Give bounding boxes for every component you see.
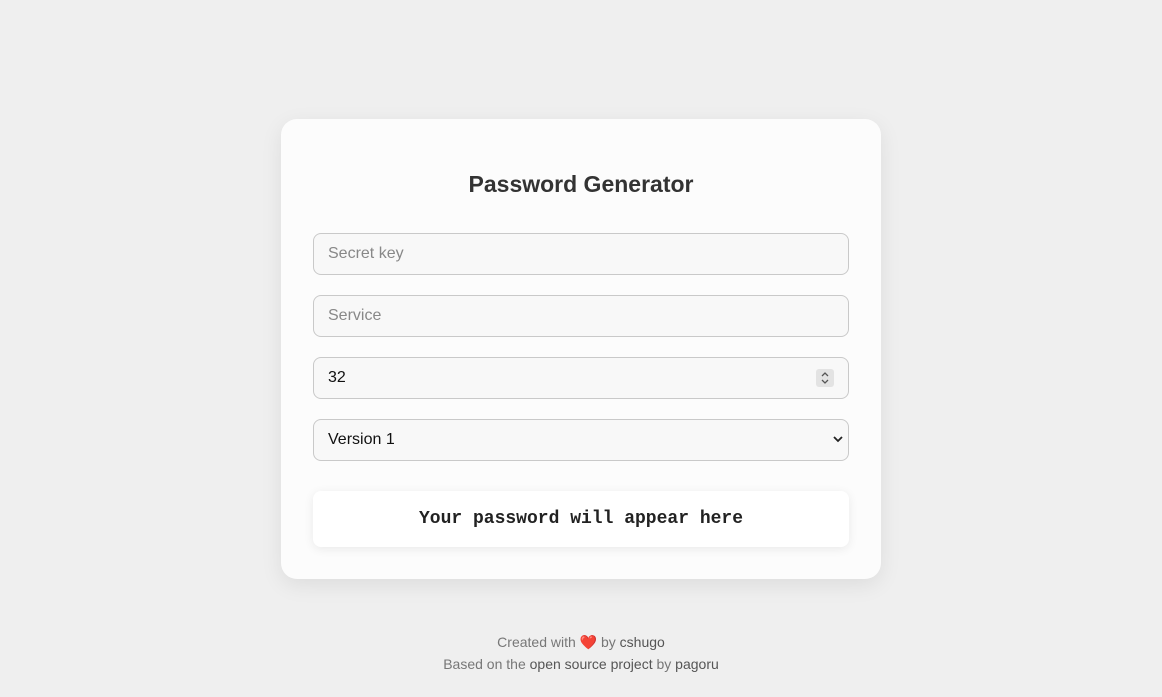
chevron-up-icon[interactable] (821, 372, 829, 377)
chevron-down-icon[interactable] (821, 379, 829, 384)
length-stepper[interactable] (313, 357, 849, 399)
service-input[interactable] (313, 295, 849, 337)
password-output[interactable]: Your password will appear here (313, 491, 849, 547)
secret-key-input[interactable] (313, 233, 849, 275)
chevron-down-icon (833, 436, 843, 443)
heart-icon: ❤️ (579, 634, 598, 650)
footer-line-1: Created with ❤️ by cshugo (0, 631, 1162, 653)
footer-based-text: Based on the (443, 656, 526, 672)
version-select[interactable]: Version 1 (313, 419, 849, 461)
length-input[interactable] (314, 358, 794, 398)
version-selected-value: Version 1 (328, 431, 395, 448)
author-link-pagoru[interactable]: pagoru (675, 656, 719, 672)
stepper-arrows[interactable] (816, 369, 834, 387)
footer-line-2: Based on the open source project by pago… (0, 653, 1162, 675)
page-title: Password Generator (468, 171, 694, 197)
footer-by-text-2: by (656, 656, 672, 672)
footer-by-text: by (600, 634, 616, 650)
footer: Created with ❤️ by cshugo Based on the o… (0, 631, 1162, 675)
generator-card: Password Generator Version 1 Your passwo… (281, 119, 881, 579)
footer-created-text: Created with (497, 634, 576, 650)
author-link-cshugo[interactable]: cshugo (620, 634, 665, 650)
open-source-project-link[interactable]: open source project (530, 656, 653, 672)
